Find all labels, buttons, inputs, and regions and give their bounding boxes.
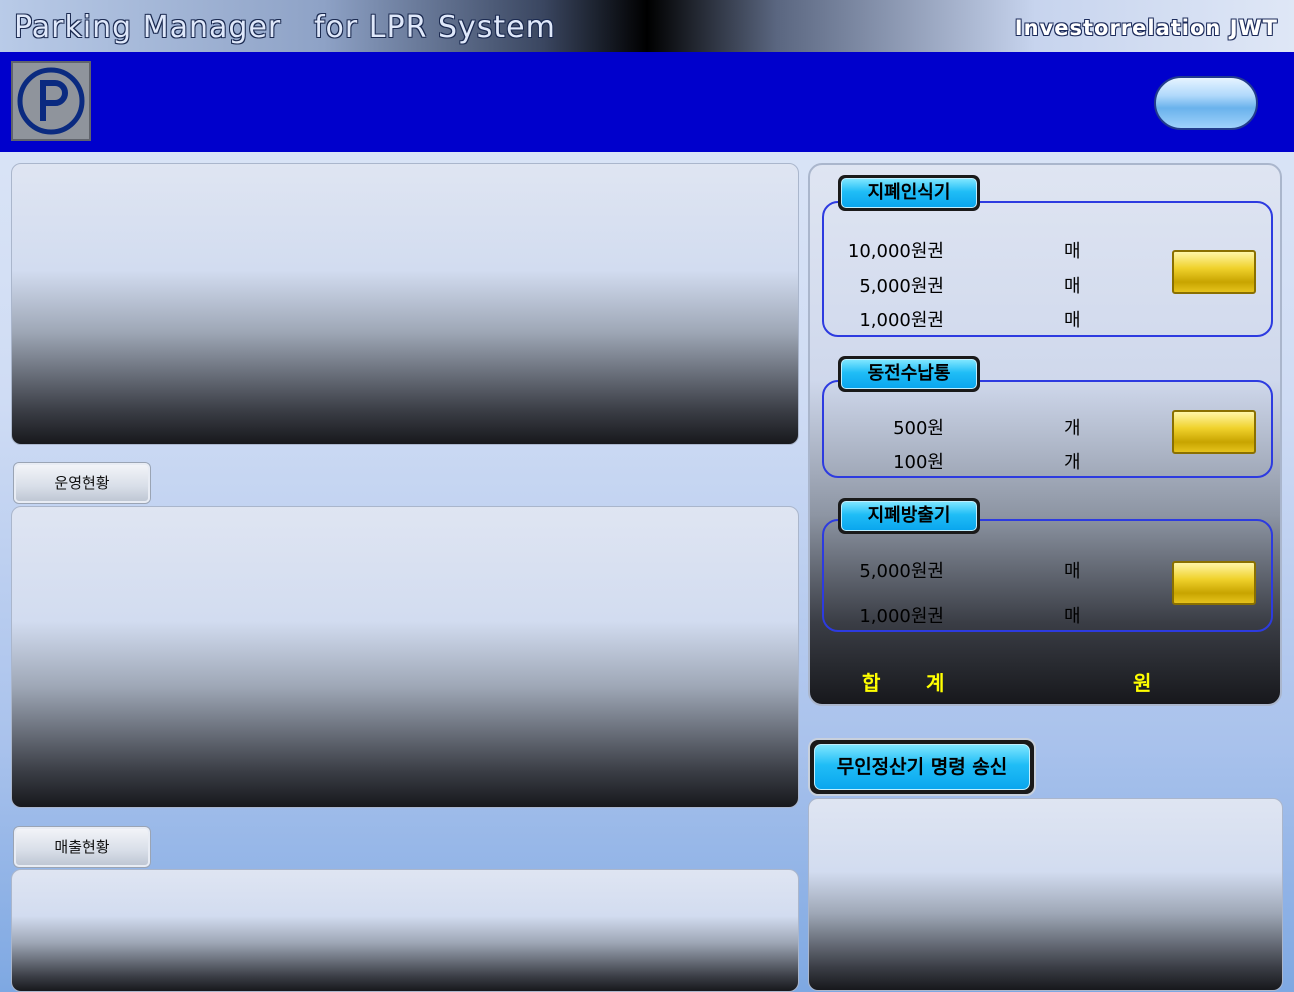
coin-box-group: 500원 개 100원 개 — [822, 380, 1273, 478]
device-status-panel: 10,000원권 매 5,000원권 매 1,000원권 매 지폐인식기 500… — [808, 163, 1282, 706]
bill-acceptor-title: 지폐인식기 — [841, 178, 977, 208]
bill-dispenser-row-unit: 매 — [1064, 561, 1081, 582]
bill-dispenser-row-unit: 매 — [1064, 606, 1081, 627]
sales-status-panel — [11, 869, 799, 992]
bill-acceptor-row-label: 1,000원권 — [859, 310, 944, 331]
coin-box-row-unit: 개 — [1064, 418, 1081, 439]
bill-dispenser-row-label: 1,000원권 — [859, 606, 944, 627]
parking-logo-icon — [11, 61, 91, 141]
bill-acceptor-group: 10,000원권 매 5,000원권 매 1,000원권 매 — [822, 201, 1273, 337]
operation-status-panel — [11, 506, 799, 808]
sales-status-button[interactable]: 매출현황 — [14, 827, 150, 867]
coin-box-row-unit: 개 — [1064, 452, 1081, 473]
app-subtitle: for LPR System — [314, 10, 556, 45]
bill-dispenser-title: 지폐방출기 — [841, 501, 977, 531]
bill-acceptor-action-button[interactable] — [1172, 250, 1256, 294]
title-bar: Parking Manager for LPR System Investorr… — [0, 0, 1294, 52]
coin-box-title-button[interactable]: 동전수납통 — [838, 356, 980, 392]
header-bar — [0, 52, 1294, 152]
app-title: Parking Manager — [14, 10, 282, 45]
bill-dispenser-action-button[interactable] — [1172, 561, 1256, 605]
top-left-panel — [11, 163, 799, 445]
send-command-button[interactable]: 무인정산기 명령 송신 — [808, 738, 1036, 796]
bill-acceptor-row-unit: 매 — [1064, 276, 1081, 297]
bill-dispenser-row-label: 5,000원권 — [859, 561, 944, 582]
send-command-label: 무인정산기 명령 송신 — [814, 744, 1030, 790]
brand-label: Investorrelation JWT — [1014, 16, 1278, 40]
bill-dispenser-title-button[interactable]: 지폐방출기 — [838, 498, 980, 534]
total-label-1: 합 — [862, 671, 881, 695]
operation-status-button[interactable]: 운영현황 — [14, 463, 150, 503]
bill-dispenser-group: 5,000원권 매 1,000원권 매 — [822, 519, 1273, 632]
coin-box-row-label: 500원 — [893, 418, 944, 439]
total-label-2: 계 — [926, 671, 945, 695]
coin-box-row-label: 100원 — [893, 452, 944, 473]
coin-box-title: 동전수납통 — [841, 359, 977, 389]
bill-acceptor-title-button[interactable]: 지폐인식기 — [838, 175, 980, 211]
bill-acceptor-row-unit: 매 — [1064, 310, 1081, 331]
bill-acceptor-row-label: 5,000원권 — [859, 276, 944, 297]
bill-acceptor-row-label: 10,000원권 — [847, 241, 944, 262]
coin-box-action-button[interactable] — [1172, 410, 1256, 454]
header-glass-button[interactable] — [1154, 76, 1258, 130]
bill-acceptor-row-unit: 매 — [1064, 241, 1081, 262]
total-unit: 원 — [1133, 671, 1152, 695]
command-log-panel — [808, 798, 1283, 991]
